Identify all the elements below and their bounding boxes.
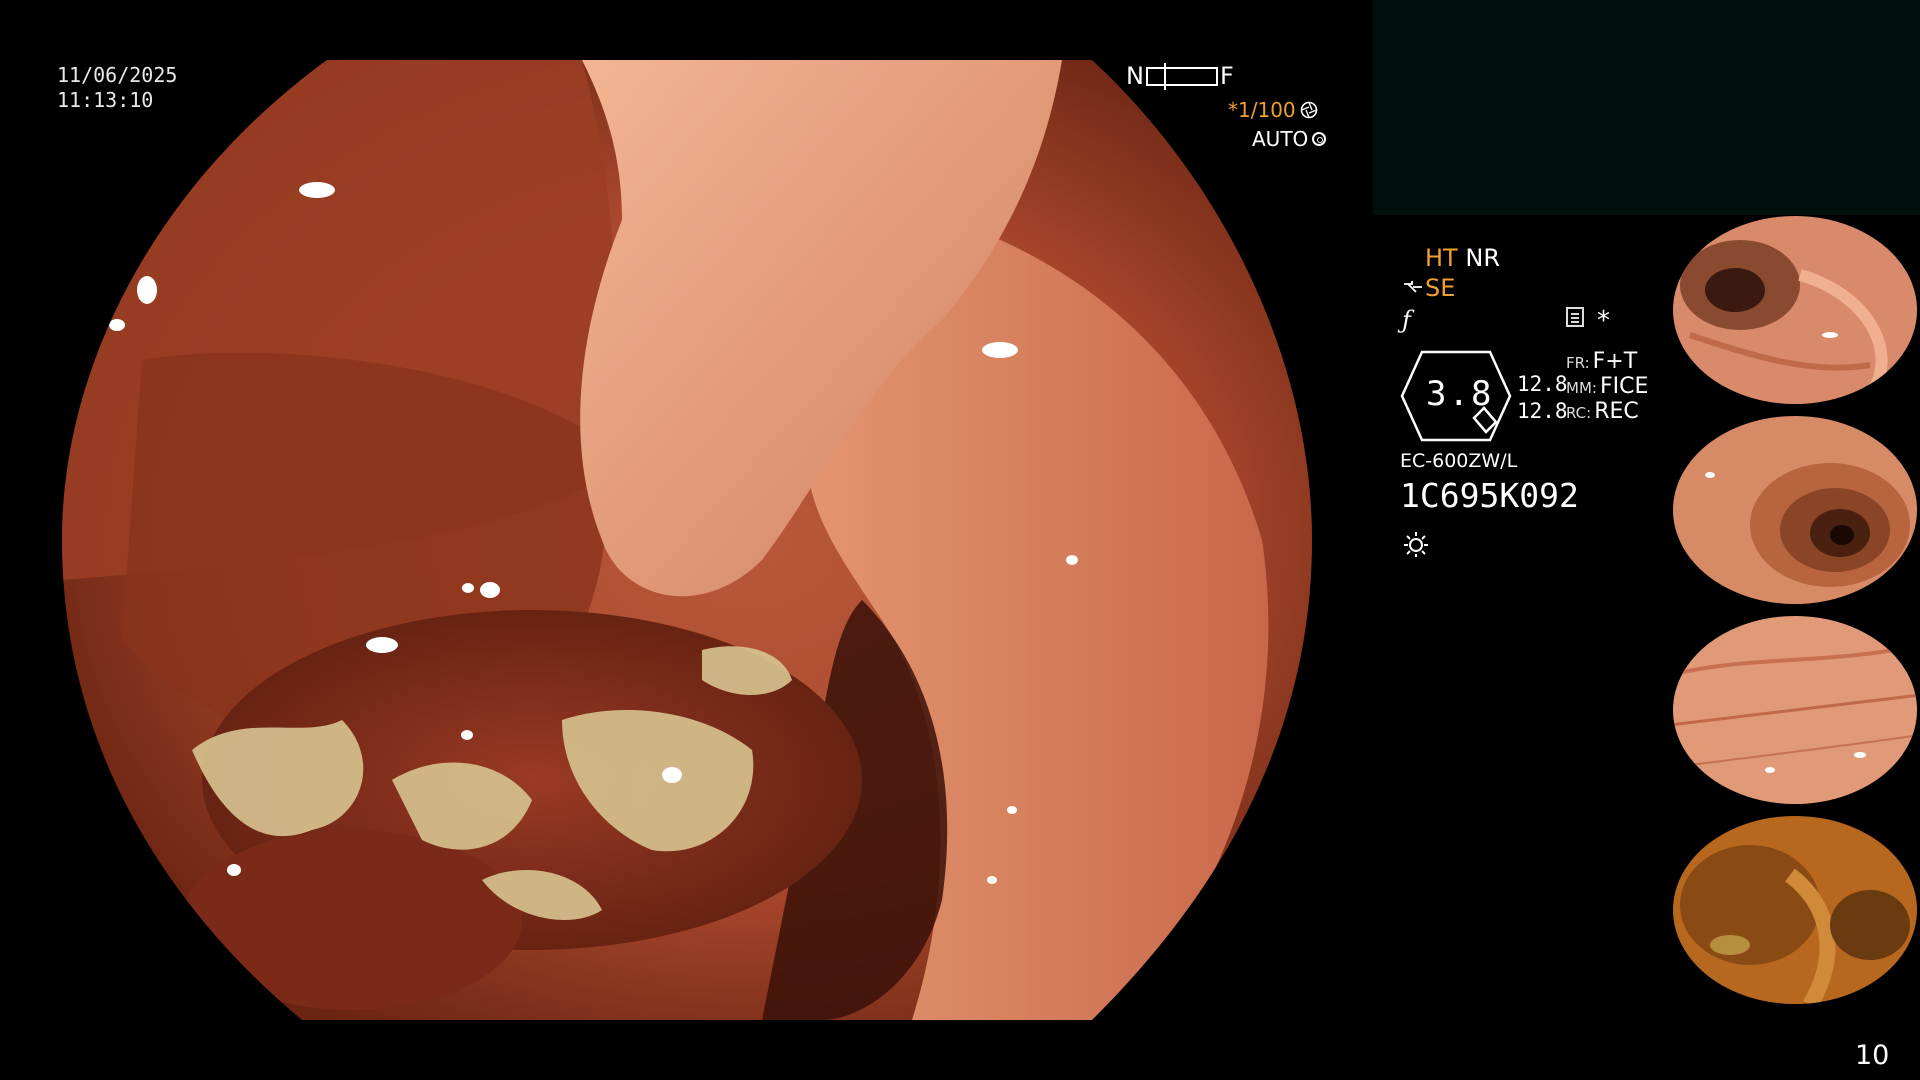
fr-value: F+T (1592, 349, 1638, 374)
mm-value: FICE (1599, 374, 1649, 399)
edge-enhance-icon (1404, 281, 1422, 293)
iris-mode: AUTO (1252, 127, 1327, 151)
value-2: 12.8 (1517, 399, 1568, 423)
star-mark: * (1597, 306, 1610, 336)
aperture-icon (1300, 101, 1317, 119)
page-number: 10 (1855, 1040, 1890, 1071)
focus-indicator: N F (1126, 62, 1234, 90)
time-text: 11:13:10 (57, 88, 154, 112)
rc-row: RC: REC (1566, 399, 1639, 424)
fr-label: FR: (1566, 354, 1590, 372)
thumbnail-1[interactable] (1670, 215, 1920, 405)
nr-label: NR (1465, 244, 1500, 272)
light-icon (1404, 532, 1428, 557)
iris-icon (1312, 132, 1327, 146)
fr-row: FR: F+T (1566, 349, 1637, 374)
shutter-speed: *1/100 (1228, 98, 1318, 122)
structure-icon: ƒ (1402, 306, 1411, 334)
rc-label: RC: (1566, 404, 1592, 422)
document-icon (1566, 307, 1584, 327)
scope-serial: 1C695K092 (1400, 476, 1579, 515)
se-label: SE (1425, 274, 1456, 302)
dark-panel (1373, 0, 1920, 215)
ht-label: HT (1425, 244, 1458, 272)
ht-nr-line: HT NR (1425, 244, 1500, 272)
mm-label: MM: (1566, 379, 1597, 397)
thumbnail-3[interactable] (1670, 615, 1920, 805)
se-line: SE (1402, 274, 1455, 302)
focus-far-label: F (1219, 62, 1234, 90)
thumbnail-2[interactable] (1670, 415, 1920, 605)
value-1: 12.8 (1517, 372, 1568, 396)
rc-value: REC (1594, 399, 1639, 424)
date-text: 11/06/2025 (57, 63, 178, 87)
scope-model: EC-600ZW/L (1400, 450, 1518, 472)
focus-near-label: N (1126, 62, 1144, 90)
mm-row: MM: FICE (1566, 374, 1648, 399)
zoom-value: 3.8 (1426, 374, 1494, 414)
shutter-text: *1/100 (1228, 98, 1296, 122)
endoscopy-main-view (62, 60, 1312, 1020)
thumbnail-4[interactable] (1670, 815, 1920, 1005)
focus-bar (1145, 62, 1218, 90)
iris-text: AUTO (1252, 127, 1309, 151)
datetime-display: 11/06/2025 11:13:10 (57, 63, 177, 113)
